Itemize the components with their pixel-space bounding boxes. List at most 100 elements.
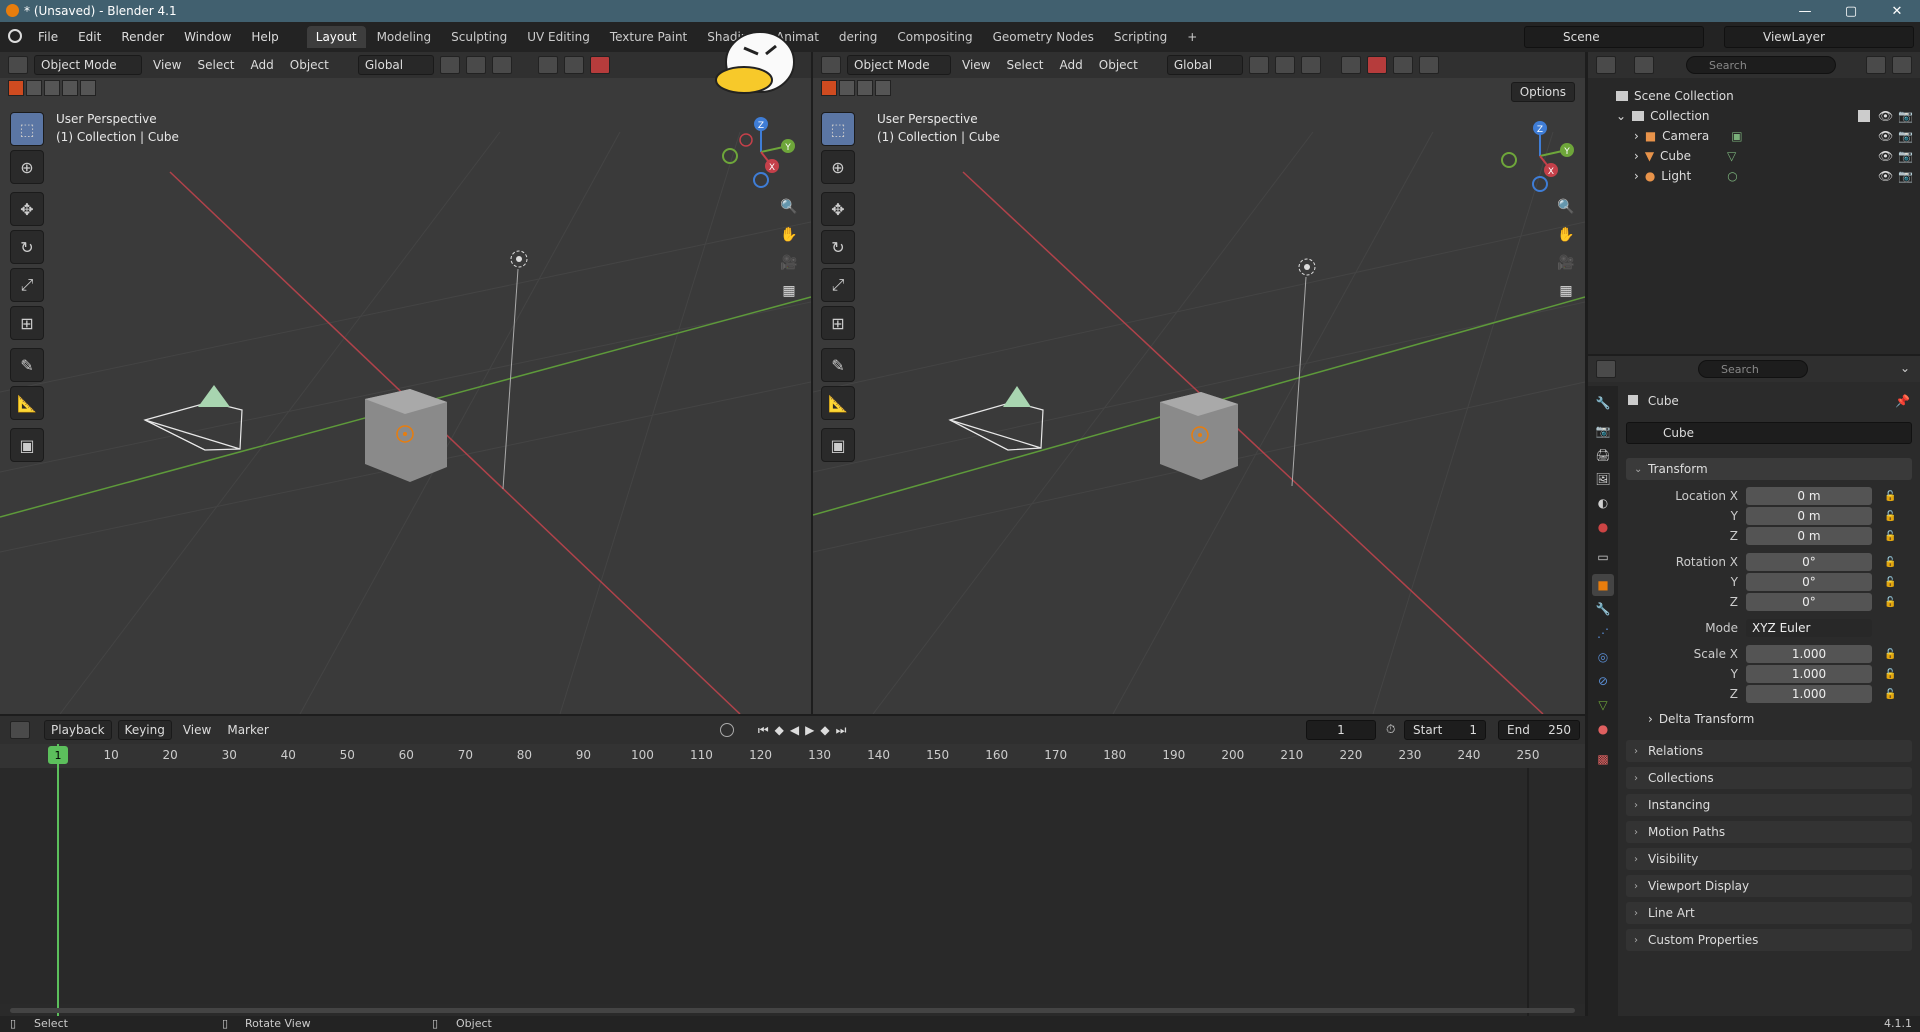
scene-tab-icon[interactable]: ◐ xyxy=(1592,492,1614,514)
lock-icon[interactable]: 🔓 xyxy=(1884,649,1896,660)
navigation-gizmo[interactable]: Z Y X xyxy=(716,112,806,192)
scene-selector[interactable]: Scene xyxy=(1524,26,1704,48)
orientation-dropdown[interactable]: Global xyxy=(357,55,434,75)
outliner-row-camera[interactable]: › ■ Camera ▣ 👁 📷 xyxy=(1588,126,1920,146)
expand-arrow-icon[interactable]: ⌄ xyxy=(1616,109,1626,123)
mode-dropdown[interactable]: Object Mode xyxy=(34,55,142,75)
particles-tab-icon[interactable]: ⋰ xyxy=(1592,622,1614,644)
select-box-tool-icon[interactable]: ⬚ xyxy=(10,112,44,146)
camera-view-icon[interactable]: 🎥 xyxy=(1553,250,1579,276)
render-camera-icon[interactable]: 📷 xyxy=(1898,129,1913,143)
rotation-mode-dropdown[interactable]: XYZ Euler xyxy=(1746,619,1872,637)
jump-start-icon[interactable]: ⏮ xyxy=(758,723,769,738)
eye-icon[interactable]: 👁 xyxy=(1878,129,1893,143)
auto-keying-icon[interactable] xyxy=(719,723,734,737)
pin-icon[interactable]: 📌 xyxy=(1895,394,1910,408)
select-subtract-icon[interactable] xyxy=(857,80,873,96)
chevron-down-icon[interactable]: ⌄ xyxy=(1900,361,1910,375)
cursor-tool-icon[interactable]: ⊕ xyxy=(821,150,855,184)
collections-panel[interactable]: › Collections xyxy=(1626,767,1912,789)
lock-icon[interactable]: 🔓 xyxy=(1884,557,1896,568)
proportional-edit-icon[interactable] xyxy=(1300,56,1321,74)
scale-x-field[interactable]: 1.000 xyxy=(1746,645,1872,663)
transform-panel-header[interactable]: ⌄ Transform xyxy=(1626,458,1912,480)
pivot-icon[interactable] xyxy=(439,56,460,74)
select-extend-icon[interactable] xyxy=(26,80,42,96)
orientation-dropdown[interactable]: Global xyxy=(1166,55,1243,75)
transform-tool-icon[interactable]: ⊞ xyxy=(821,306,855,340)
tab-texture-paint[interactable]: Texture Paint xyxy=(601,26,696,48)
world-tab-icon[interactable]: ● xyxy=(1592,516,1614,538)
rotation-x-field[interactable]: 0° xyxy=(1746,553,1872,571)
modifier-tab-icon[interactable]: 🔧 xyxy=(1592,598,1614,620)
new-collection-icon[interactable] xyxy=(1892,56,1912,74)
location-x-field[interactable]: 0 m xyxy=(1746,487,1872,505)
play-icon[interactable]: ▶ xyxy=(805,723,814,737)
overlay-toggle-icon[interactable] xyxy=(589,56,610,74)
measure-tool-icon[interactable]: 📐 xyxy=(10,386,44,420)
playhead-badge[interactable]: 1 xyxy=(48,746,68,764)
expand-arrow-icon[interactable]: › xyxy=(1634,169,1639,183)
tab-scripting[interactable]: Scripting xyxy=(1105,26,1176,48)
outliner-row-cube[interactable]: › ▼ Cube ▽ 👁 📷 xyxy=(1588,146,1920,166)
current-frame-field[interactable]: 1 xyxy=(1306,720,1376,740)
annotate-tool-icon[interactable]: ✎ xyxy=(821,348,855,382)
navigation-gizmo[interactable]: Z Y X xyxy=(1495,116,1585,196)
checkbox-icon[interactable] xyxy=(1858,110,1870,122)
pivot-icon[interactable] xyxy=(1248,56,1269,74)
location-y-field[interactable]: 0 m xyxy=(1746,507,1872,525)
stopwatch-icon[interactable]: ⏱ xyxy=(1386,722,1395,737)
render-tab-icon[interactable]: 📷 xyxy=(1592,420,1614,442)
lock-icon[interactable]: 🔓 xyxy=(1884,577,1896,588)
eye-icon[interactable]: 👁 xyxy=(1878,109,1893,123)
editor-type-icon[interactable] xyxy=(1596,360,1616,378)
timeline-view-menu[interactable]: View xyxy=(178,723,216,737)
lock-icon[interactable]: 🔓 xyxy=(1884,597,1896,608)
expand-arrow-icon[interactable]: › xyxy=(1634,129,1639,143)
physics-tab-icon[interactable]: ◎ xyxy=(1592,646,1614,668)
transform-tool-icon[interactable]: ⊞ xyxy=(10,306,44,340)
render-camera-icon[interactable]: 📷 xyxy=(1898,109,1913,123)
light-object[interactable] xyxy=(1291,258,1316,487)
outliner-search-input[interactable]: Search xyxy=(1686,56,1836,74)
viewport-left[interactable]: Object Mode View Select Add Object Globa… xyxy=(0,52,811,714)
viewport-right[interactable]: Object Mode View Select Add Object Globa… xyxy=(813,52,1585,714)
texture-tab-icon[interactable]: ▩ xyxy=(1592,748,1614,770)
vp-menu-add[interactable]: Add xyxy=(1055,58,1088,72)
pan-hand-icon[interactable]: ✋ xyxy=(776,222,802,248)
cube-object[interactable] xyxy=(365,389,447,482)
play-reverse-icon[interactable]: ◀ xyxy=(790,723,799,737)
outliner[interactable]: Search Scene Collection ⌄ Collection 👁 📷… xyxy=(1588,52,1920,354)
prev-keyframe-icon[interactable]: ◆ xyxy=(775,723,784,737)
add-workspace-button[interactable]: + xyxy=(1178,26,1206,48)
view-layer-tab-icon[interactable]: 🖼 xyxy=(1592,468,1614,490)
camera-object[interactable] xyxy=(143,385,243,451)
cursor-tool-icon[interactable]: ⊕ xyxy=(10,150,44,184)
perspective-grid-icon[interactable]: ▦ xyxy=(776,278,802,304)
next-keyframe-icon[interactable]: ◆ xyxy=(820,723,829,737)
tab-layout[interactable]: Layout xyxy=(306,26,366,48)
line-art-panel[interactable]: › Line Art xyxy=(1626,902,1912,924)
timeline-scrollbar[interactable] xyxy=(10,1008,1575,1013)
vp-menu-view[interactable]: View xyxy=(957,58,995,72)
playback-menu[interactable]: Playback xyxy=(44,720,112,740)
visibility-panel[interactable]: › Visibility xyxy=(1626,848,1912,870)
output-tab-icon[interactable]: 🖨 xyxy=(1592,444,1614,466)
select-new-icon[interactable] xyxy=(8,80,24,96)
scale-tool-icon[interactable]: ⤢ xyxy=(821,268,855,302)
rotation-y-field[interactable]: 0° xyxy=(1746,573,1872,591)
render-camera-icon[interactable]: 📷 xyxy=(1898,149,1913,163)
gizmo-toggle-icon[interactable] xyxy=(563,56,584,74)
constraints-tab-icon[interactable]: ⊘ xyxy=(1592,670,1614,692)
minimize-button[interactable]: — xyxy=(1782,0,1828,22)
camera-view-icon[interactable]: 🎥 xyxy=(776,250,802,276)
material-tab-icon[interactable]: ● xyxy=(1592,718,1614,740)
shading-solid-icon[interactable] xyxy=(1418,56,1439,74)
timeline-area[interactable] xyxy=(0,744,1585,1016)
marker-menu[interactable]: Marker xyxy=(222,723,273,737)
object-tab-icon[interactable]: ■ xyxy=(1592,574,1614,596)
move-tool-icon[interactable]: ✥ xyxy=(10,192,44,226)
editor-type-icon[interactable] xyxy=(821,56,841,74)
lock-icon[interactable]: 🔓 xyxy=(1884,531,1896,542)
maximize-button[interactable]: ▢ xyxy=(1828,0,1874,22)
